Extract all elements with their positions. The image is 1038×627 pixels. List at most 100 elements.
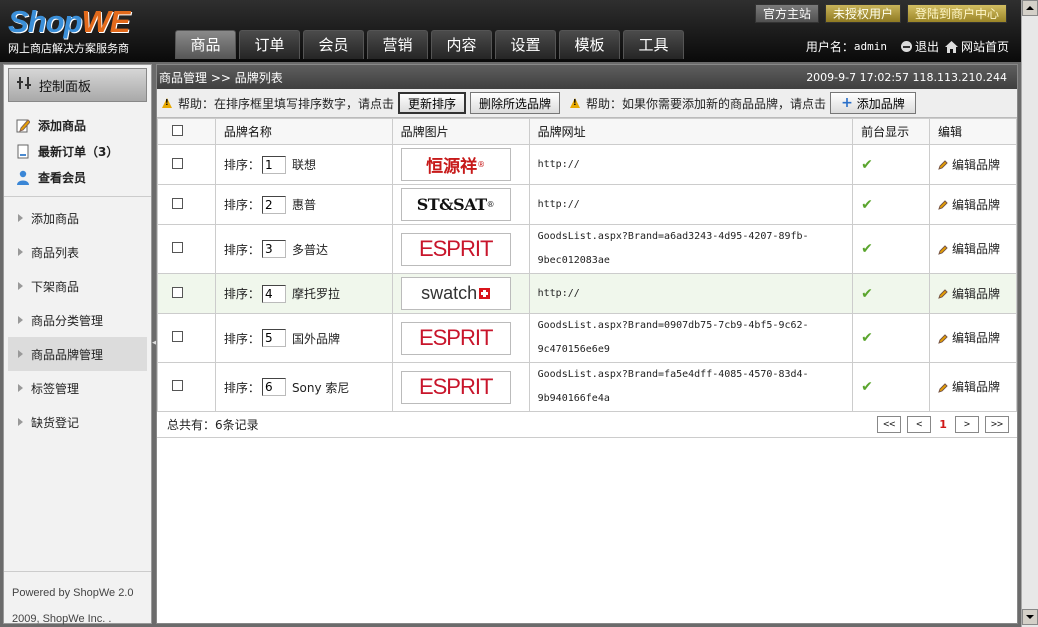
row-select-cell bbox=[157, 273, 216, 314]
tab-members[interactable]: 会员 bbox=[303, 30, 364, 59]
display-cell: ✔ bbox=[852, 224, 931, 274]
edit-brand-link[interactable]: 编辑品牌 bbox=[938, 285, 1000, 302]
sidebar-item-out-of-stock[interactable]: 缺货登记 bbox=[4, 405, 151, 439]
edit-brand-link[interactable]: 编辑品牌 bbox=[938, 329, 1000, 346]
official-site-link[interactable]: 官方主站 bbox=[754, 4, 819, 23]
tab-tools[interactable]: 工具 bbox=[623, 30, 684, 59]
edit-brand-label: 编辑品牌 bbox=[952, 157, 1001, 172]
row-checkbox[interactable] bbox=[172, 242, 183, 253]
check-icon[interactable]: ✔ bbox=[861, 157, 873, 173]
quick-latest-orders[interactable]: 最新订单（3） bbox=[16, 138, 151, 164]
brand-url[interactable]: GoodsList.aspx?Brand=fa5e4dff-4085-4570-… bbox=[538, 363, 853, 411]
sidebar-item-category-management[interactable]: 商品分类管理 bbox=[4, 303, 151, 337]
prev-page-button[interactable]: < bbox=[907, 416, 932, 433]
tab-content[interactable]: 内容 bbox=[431, 30, 492, 59]
tab-marketing[interactable]: 营销 bbox=[367, 30, 428, 59]
document-icon bbox=[16, 144, 30, 159]
arrow-up-icon bbox=[1026, 6, 1034, 10]
edit-cell: 编辑品牌 bbox=[929, 224, 1017, 274]
quick-links: 添加商品 最新订单（3） 查看会员 bbox=[4, 102, 151, 197]
tab-products[interactable]: 商品 bbox=[175, 30, 236, 59]
sidebar-item-tag-management[interactable]: 标签管理 bbox=[4, 371, 151, 405]
edit-brand-link[interactable]: 编辑品牌 bbox=[938, 378, 1000, 395]
brand-url[interactable]: http:// bbox=[538, 193, 853, 217]
sidebar-item-label: 商品分类管理 bbox=[31, 313, 104, 328]
table-header-row: 品牌名称 品牌图片 品牌网址 前台显示 编辑 bbox=[157, 118, 1017, 145]
quick-add-product[interactable]: 添加商品 bbox=[16, 112, 151, 138]
check-icon[interactable]: ✔ bbox=[861, 286, 873, 302]
edit-brand-label: 编辑品牌 bbox=[952, 286, 1001, 301]
sidebar-item-offline-products[interactable]: 下架商品 bbox=[4, 269, 151, 303]
check-icon[interactable]: ✔ bbox=[861, 379, 873, 395]
add-brand-button[interactable]: + 添加品牌 bbox=[830, 92, 916, 114]
shopwe-logo[interactable]: ShopWE bbox=[8, 4, 130, 40]
table-row: 排序： 国外品牌 ESPRIT GoodsList.aspx?Brand=0907… bbox=[157, 313, 1017, 363]
sidebar-item-product-list[interactable]: 商品列表 bbox=[4, 235, 151, 269]
brand-url[interactable]: http:// bbox=[538, 282, 853, 306]
scroll-down-button[interactable] bbox=[1022, 609, 1038, 625]
scroll-up-button[interactable] bbox=[1022, 0, 1038, 16]
control-panel-label: 控制面板 bbox=[39, 79, 92, 95]
help-text-add: 帮助：如果你需要添加新的商品品牌，请点击 bbox=[586, 96, 827, 111]
brand-url-line1: GoodsList.aspx?Brand=fa5e4dff-4085-4570-… bbox=[537, 369, 809, 380]
sort-input[interactable] bbox=[261, 329, 286, 347]
quick-view-members[interactable]: 查看会员 bbox=[16, 164, 151, 190]
brand-logo-image: swatch bbox=[400, 277, 511, 310]
control-panel-header[interactable]: 控制面板 bbox=[8, 68, 147, 102]
next-page-button[interactable]: > bbox=[954, 416, 979, 433]
check-icon[interactable]: ✔ bbox=[861, 241, 873, 257]
logout-link[interactable]: 退出 bbox=[900, 38, 939, 55]
tab-orders[interactable]: 订单 bbox=[239, 30, 300, 59]
tab-templates[interactable]: 模板 bbox=[559, 30, 620, 59]
sort-input[interactable] bbox=[261, 284, 286, 303]
row-checkbox[interactable] bbox=[172, 286, 183, 298]
tab-settings[interactable]: 设置 bbox=[495, 30, 556, 59]
warning-icon bbox=[570, 98, 581, 108]
row-checkbox[interactable] bbox=[172, 380, 183, 391]
pencil-icon bbox=[938, 382, 948, 393]
table-row: 排序： Sony 索尼 ESPRIT GoodsList.aspx?Brand=f… bbox=[157, 362, 1017, 412]
select-all-checkbox[interactable] bbox=[172, 124, 183, 136]
brand-name: 联想 bbox=[291, 158, 316, 172]
brand-url-line2: 9bec012083ae bbox=[537, 255, 610, 266]
site-home-link[interactable]: 网站首页 bbox=[944, 38, 1009, 55]
edit-document-icon bbox=[16, 118, 31, 133]
display-cell: ✔ bbox=[852, 313, 931, 363]
sort-label: 排序： bbox=[223, 331, 260, 346]
sort-input[interactable] bbox=[261, 195, 286, 214]
row-checkbox[interactable] bbox=[172, 331, 183, 342]
edit-brand-link[interactable]: 编辑品牌 bbox=[938, 240, 1000, 257]
edit-brand-link[interactable]: 编辑品牌 bbox=[938, 156, 1000, 173]
scroll-track[interactable] bbox=[1022, 16, 1038, 609]
edit-cell: 编辑品牌 bbox=[929, 313, 1017, 363]
edit-brand-link[interactable]: 编辑品牌 bbox=[938, 196, 1000, 213]
check-icon[interactable]: ✔ bbox=[861, 330, 873, 346]
sort-input[interactable] bbox=[261, 240, 286, 258]
current-page[interactable]: 1 bbox=[937, 418, 949, 431]
update-sort-button[interactable]: 更新排序 bbox=[398, 92, 467, 114]
brand-url[interactable]: GoodsList.aspx?Brand=0907db75-7cb9-4bf5-… bbox=[538, 314, 853, 362]
sort-input[interactable] bbox=[261, 378, 286, 396]
col-frontend-display: 前台显示 bbox=[852, 118, 931, 145]
row-checkbox[interactable] bbox=[172, 197, 183, 209]
first-page-button[interactable]: << bbox=[877, 416, 902, 433]
add-brand-label: 添加品牌 bbox=[856, 96, 905, 111]
sort-input[interactable] bbox=[261, 155, 286, 174]
row-checkbox[interactable] bbox=[172, 157, 183, 169]
check-icon[interactable]: ✔ bbox=[861, 197, 873, 213]
last-page-button[interactable]: >> bbox=[984, 416, 1009, 433]
brand-url[interactable]: GoodsList.aspx?Brand=a6ad3243-4d95-4207-… bbox=[538, 225, 853, 273]
sidebar-item-add-product[interactable]: 添加商品 bbox=[4, 201, 151, 235]
unauthorized-user-link[interactable]: 未授权用户 bbox=[824, 4, 901, 23]
brand-url[interactable]: http:// bbox=[538, 153, 853, 177]
delete-selected-button[interactable]: 删除所选品牌 bbox=[470, 92, 561, 114]
merchant-center-link[interactable]: 登陆到商户中心 bbox=[906, 4, 1007, 23]
brand-name-cell: 排序： 惠普 bbox=[214, 184, 393, 225]
sort-label: 排序： bbox=[223, 198, 260, 212]
sidebar-item-brand-management[interactable]: 商品品牌管理 bbox=[8, 337, 147, 371]
page-scrollbar[interactable] bbox=[1021, 0, 1038, 627]
col-edit: 编辑 bbox=[929, 118, 1017, 145]
brand-image-cell: swatch bbox=[391, 273, 530, 314]
col-brand-name: 品牌名称 bbox=[214, 118, 393, 145]
timestamp: 2009-9-7 17:02:57 118.113.210.244 bbox=[806, 70, 1007, 84]
